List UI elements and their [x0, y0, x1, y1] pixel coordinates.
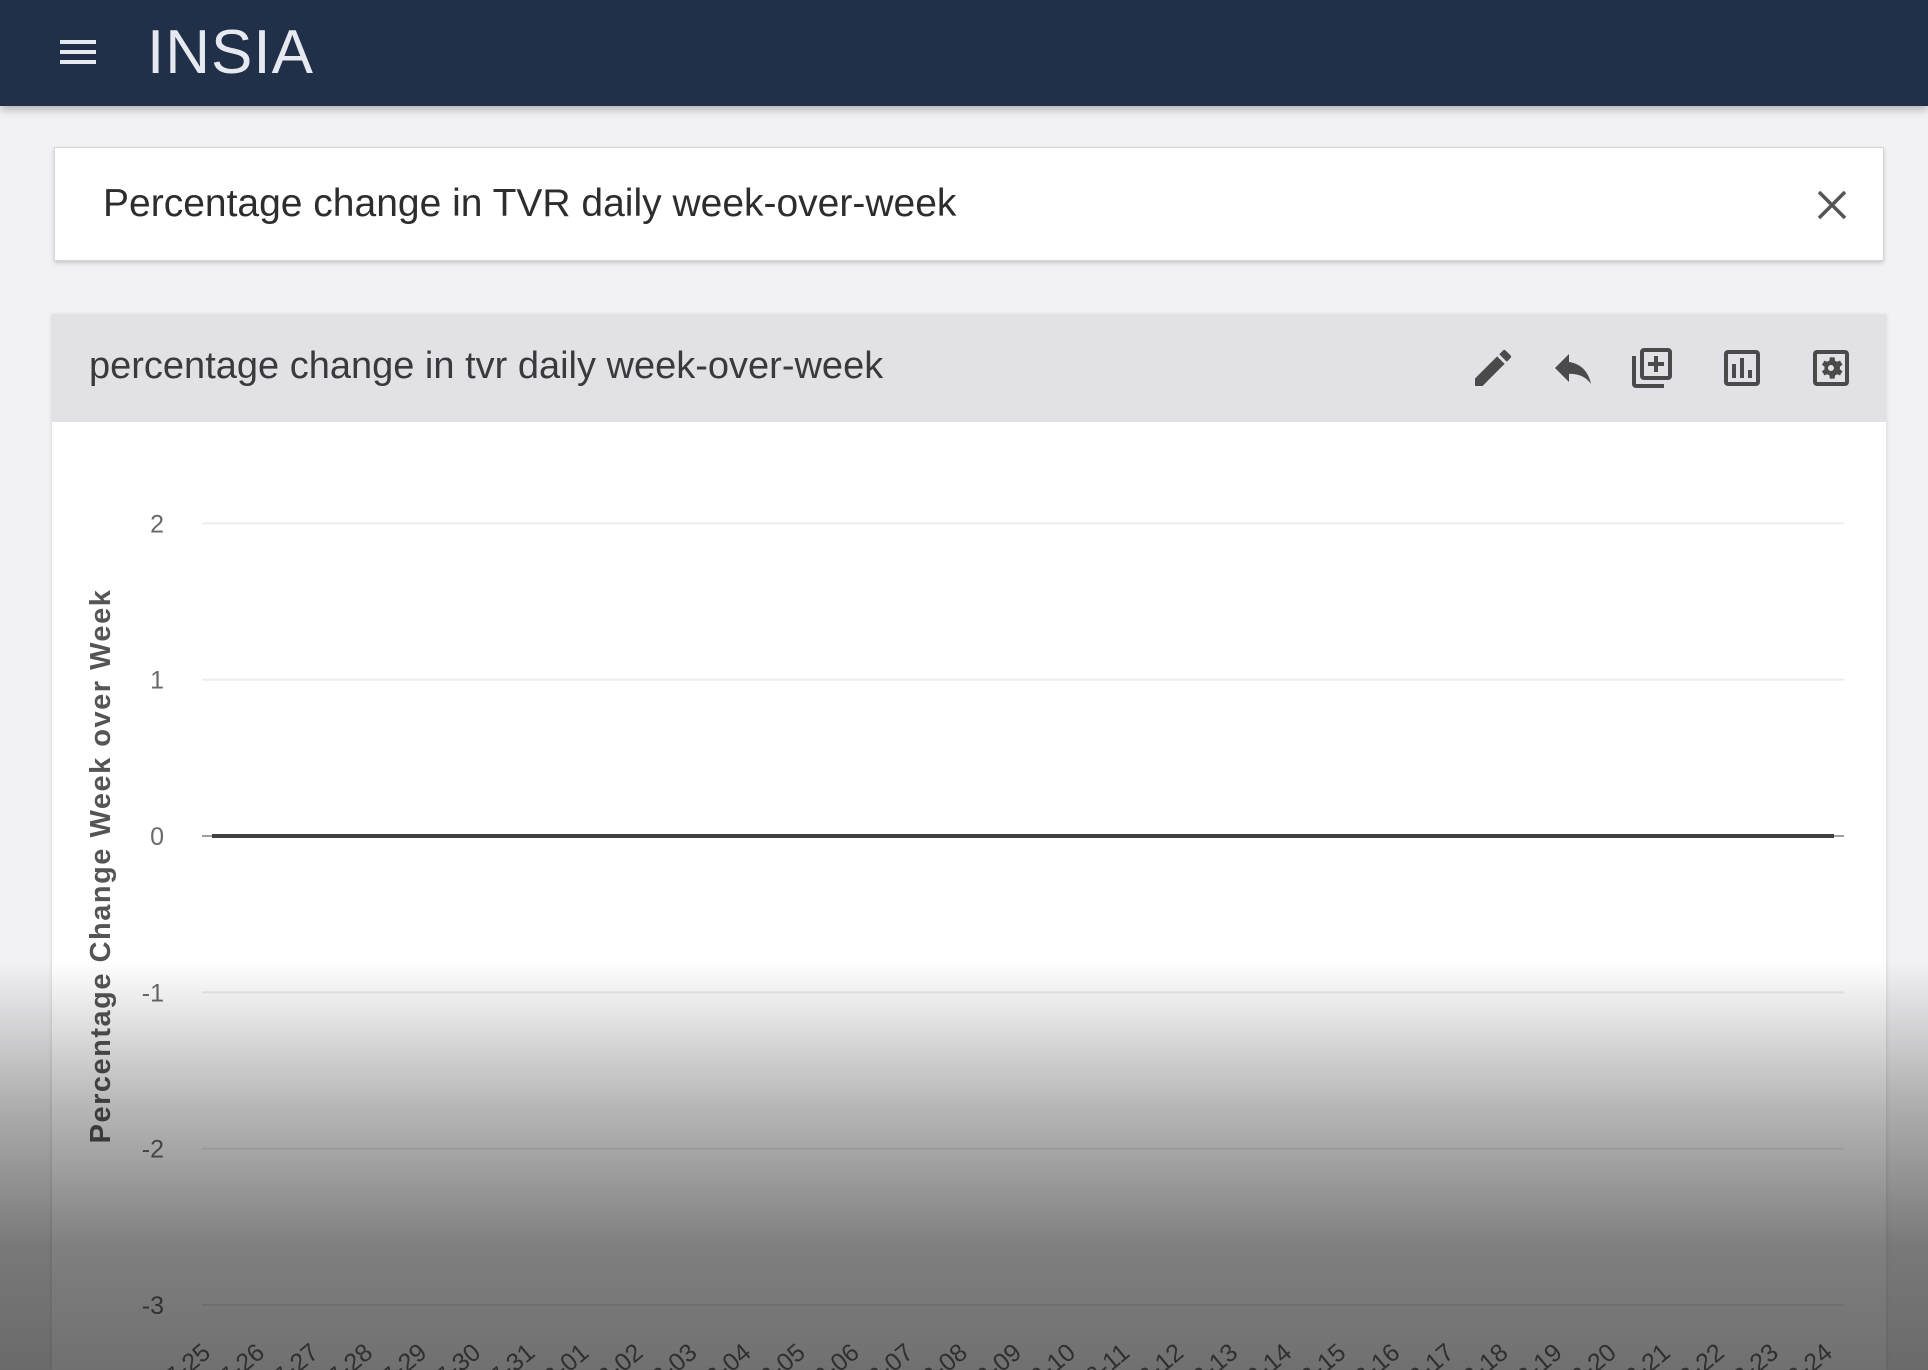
- top-app-bar: INSIA: [0, 0, 1928, 106]
- x-tick-label: 8-01: [538, 1338, 594, 1370]
- x-tick-label: 8-15: [1295, 1338, 1351, 1370]
- x-tick-label: 7-30: [430, 1338, 486, 1370]
- gear-icon[interactable]: [1807, 344, 1855, 392]
- search-input[interactable]: [103, 176, 1763, 232]
- x-tick-label: 8-05: [754, 1338, 810, 1370]
- pencil-icon[interactable]: [1469, 344, 1517, 392]
- y-tick-label: 0: [150, 823, 164, 851]
- x-tick-label: 7-31: [484, 1338, 540, 1370]
- chart-card-title: percentage change in tvr daily week-over…: [89, 345, 884, 387]
- x-tick-label: 8-09: [971, 1338, 1027, 1370]
- x-tick-label: 8-13: [1187, 1338, 1243, 1370]
- x-tick-label: 7-26: [214, 1338, 270, 1370]
- x-tick-label: 8-18: [1457, 1338, 1513, 1370]
- add-library-icon[interactable]: [1628, 344, 1676, 392]
- x-tick-label: 8-10: [1025, 1338, 1081, 1370]
- line-chart: Percentage Change Week over Week 3210-1-…: [85, 510, 1844, 1370]
- hamburger-menu-icon[interactable]: [56, 34, 102, 72]
- y-tick-label: 2: [150, 510, 164, 538]
- x-tick-label: 7-29: [376, 1338, 432, 1370]
- app-logo[interactable]: INSIA: [147, 18, 314, 88]
- chart-area: Percentage Change Week over Week 3210-1-…: [52, 422, 1886, 1370]
- y-tick-label: -2: [142, 1136, 164, 1164]
- x-tick-label: 8-22: [1673, 1338, 1729, 1370]
- chart-card: percentage change in tvr daily week-over…: [52, 314, 1886, 1370]
- x-tick-label: 8-23: [1727, 1338, 1783, 1370]
- x-tick-label: 8-03: [646, 1338, 702, 1370]
- x-tick-label: 8-08: [916, 1338, 972, 1370]
- x-tick-label: 8-04: [700, 1338, 756, 1370]
- x-tick-label: 8-02: [592, 1338, 648, 1370]
- x-tick-label: 8-20: [1565, 1338, 1621, 1370]
- x-tick-label: 8-07: [862, 1338, 918, 1370]
- y-tick-label: -1: [142, 979, 164, 1007]
- x-tick-label: 8-24: [1782, 1338, 1838, 1370]
- x-tick-label: 8-17: [1403, 1338, 1459, 1370]
- x-tick-label: 8-16: [1349, 1338, 1405, 1370]
- x-tick-label: 7-28: [322, 1338, 378, 1370]
- chart-card-header: percentage change in tvr daily week-over…: [52, 314, 1886, 422]
- bar-chart-icon[interactable]: [1718, 344, 1766, 392]
- search-box: [54, 147, 1884, 261]
- x-tick-label: 8-06: [808, 1338, 864, 1370]
- close-icon[interactable]: [1813, 186, 1851, 224]
- x-tick-label: 7-25: [160, 1338, 216, 1370]
- x-tick-label: 8-12: [1133, 1338, 1189, 1370]
- x-tick-label: 8-14: [1241, 1338, 1297, 1370]
- y-tick-label: 1: [150, 667, 164, 695]
- y-axis-label: Percentage Change Week over Week: [85, 589, 117, 1144]
- reply-arrow-icon[interactable]: [1549, 344, 1597, 392]
- x-tick-label: 7-27: [268, 1338, 324, 1370]
- x-tick-label: 8-11: [1080, 1338, 1135, 1370]
- x-tick-label: 8-21: [1619, 1338, 1675, 1370]
- y-tick-label: -3: [142, 1292, 164, 1320]
- x-tick-label: 8-19: [1511, 1338, 1567, 1370]
